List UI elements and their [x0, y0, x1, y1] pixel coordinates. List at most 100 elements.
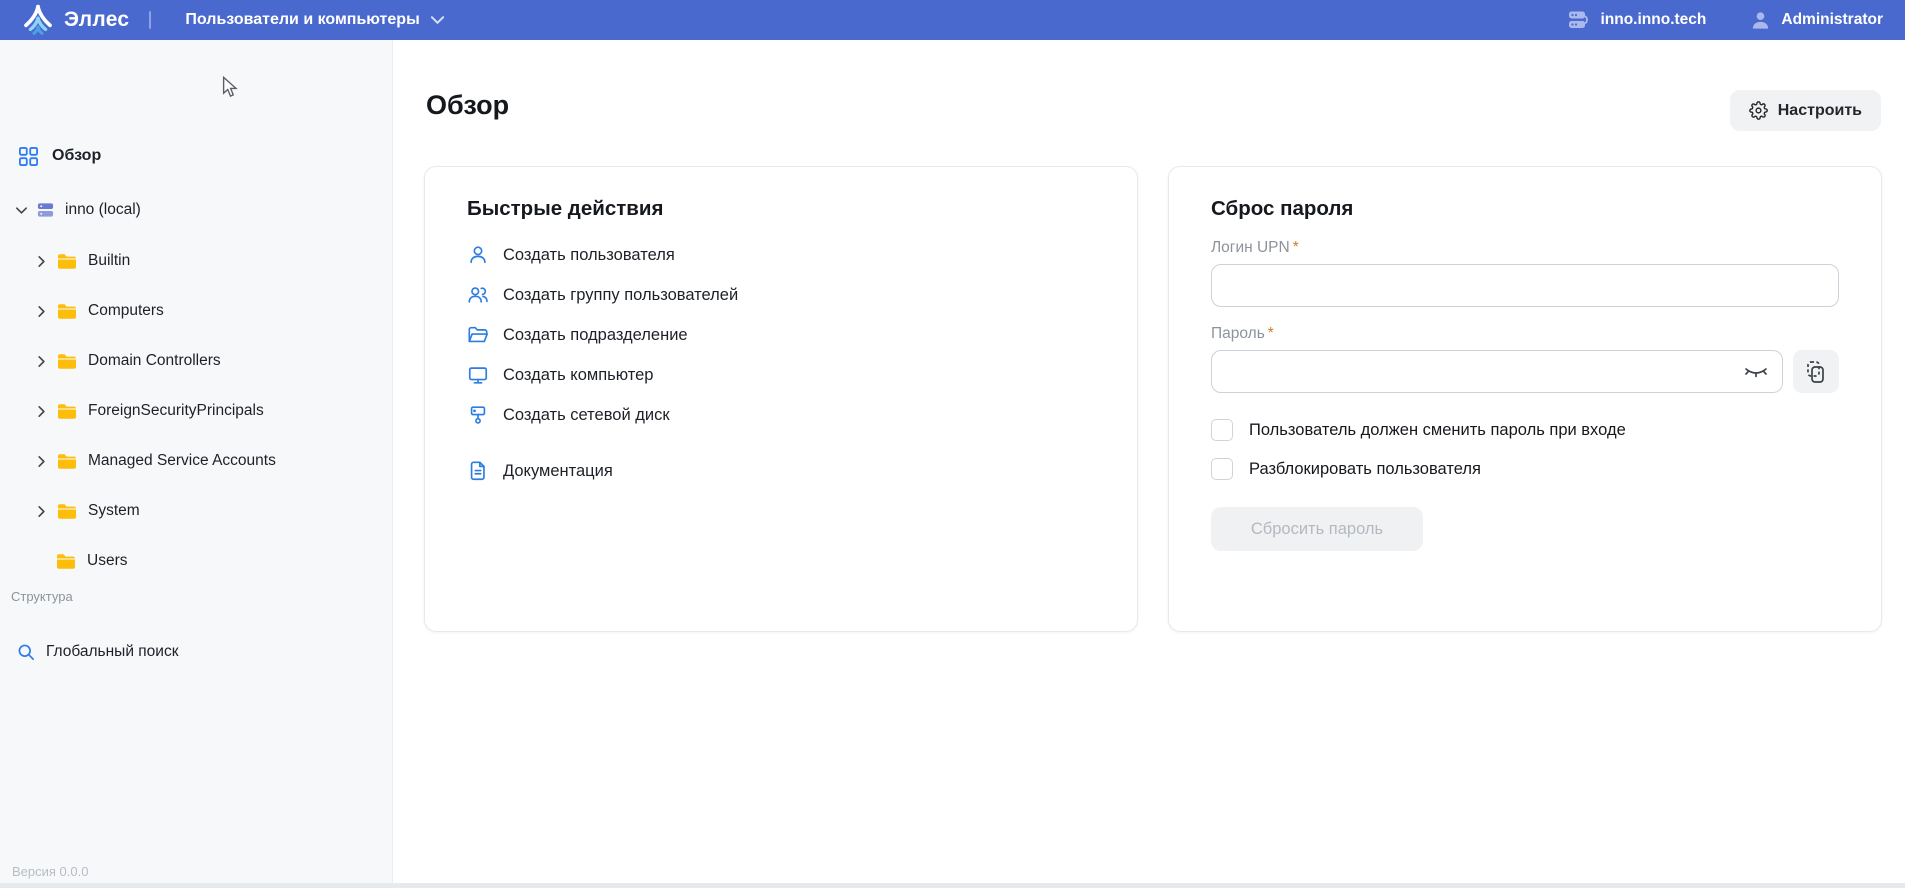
- sidebar-item-global-search[interactable]: Глобальный поиск: [0, 632, 392, 672]
- required-mark: *: [1267, 325, 1274, 342]
- chevron-right-icon[interactable]: [34, 354, 49, 369]
- create-computer-icon: [467, 364, 489, 386]
- must-change-password-checkbox-row[interactable]: Пользователь должен сменить пароль при в…: [1211, 419, 1839, 441]
- user-menu[interactable]: Administrator: [1750, 10, 1883, 31]
- domain-server-icon: [37, 202, 54, 218]
- copy-icon: [1804, 359, 1828, 385]
- tree-item-users[interactable]: Users: [0, 541, 392, 581]
- domain-name: inno.inno.tech: [1600, 11, 1707, 28]
- folder-icon: [57, 253, 77, 270]
- must-change-password-checkbox[interactable]: [1211, 419, 1233, 441]
- create-ou-folder-icon: [467, 324, 489, 346]
- tree-root-inno-local[interactable]: inno (local): [0, 190, 392, 230]
- app-title: Эллес: [64, 8, 130, 31]
- password-row: [1211, 350, 1839, 393]
- chevron-down-icon[interactable]: [14, 203, 29, 218]
- must-change-password-label: Пользователь должен сменить пароль при в…: [1249, 420, 1626, 439]
- toggle-password-visibility-button[interactable]: [1743, 360, 1769, 382]
- topbar-divider: [149, 11, 152, 29]
- structure-section-label: Структура: [11, 589, 73, 604]
- copy-password-button[interactable]: [1793, 350, 1839, 393]
- create-network-drive-icon: [467, 404, 489, 426]
- create-user-icon: [467, 244, 489, 266]
- user-icon: [1750, 10, 1771, 31]
- brand: Эллес Пользователи и компьютеры: [22, 4, 445, 36]
- unlock-user-label: Разблокировать пользователя: [1249, 459, 1481, 478]
- tree-item-label: Managed Service Accounts: [88, 452, 276, 469]
- chevron-right-icon[interactable]: [34, 454, 49, 469]
- create-user-link[interactable]: Создать пользователя: [467, 235, 1095, 275]
- global-search-label: Глобальный поиск: [46, 643, 179, 660]
- password-reset-title: Сброс пароля: [1211, 197, 1354, 220]
- sidebar-item-overview-label: Обзор: [52, 147, 102, 164]
- login-upn-input[interactable]: [1211, 264, 1839, 307]
- documentation-label: Документация: [503, 461, 613, 480]
- create-network-drive-link[interactable]: Создать сетевой диск: [467, 395, 1095, 435]
- module-dropdown-label: Пользователи и компьютеры: [185, 11, 420, 28]
- tree-item-label: Builtin: [88, 252, 131, 269]
- login-upn-label: Логин UPN *: [1211, 239, 1299, 256]
- tree-item-system[interactable]: System: [0, 491, 392, 531]
- create-network-drive-label: Создать сетевой диск: [503, 405, 670, 424]
- folder-icon: [57, 303, 77, 320]
- required-mark: *: [1292, 239, 1299, 256]
- domain-selector[interactable]: inno.inno.tech: [1566, 9, 1706, 31]
- search-icon: [16, 642, 36, 662]
- tree-item-label: Domain Controllers: [88, 352, 221, 369]
- version-label: Версия 0.0.0: [12, 864, 89, 879]
- create-computer-link[interactable]: Создать компьютер: [467, 355, 1095, 395]
- create-user-label: Создать пользователя: [503, 245, 675, 264]
- tree-item-computers[interactable]: Computers: [0, 291, 392, 331]
- tree-item-label: Users: [87, 552, 128, 569]
- tree-root-label: inno (local): [65, 201, 141, 218]
- create-group-label: Создать группу пользователей: [503, 285, 739, 304]
- quick-actions-title: Быстрые действия: [467, 197, 664, 220]
- server-icon: [1566, 9, 1590, 31]
- sidebar-item-overview[interactable]: Обзор: [0, 136, 392, 176]
- main-content: Обзор Настроить Быстрые действия Создать…: [394, 40, 1905, 888]
- configure-button-label: Настроить: [1777, 101, 1862, 119]
- tree-item-label: Computers: [88, 302, 164, 319]
- tree-item-domain-controllers[interactable]: Domain Controllers: [0, 341, 392, 381]
- unlock-user-checkbox-row[interactable]: Разблокировать пользователя: [1211, 458, 1839, 480]
- tree-item-label: System: [88, 502, 140, 519]
- folder-icon: [57, 403, 77, 420]
- quick-actions-card: Быстрые действия Создать пользователя Со…: [424, 166, 1138, 632]
- sidebar: Обзор inno (local) Builtin Computers Dom…: [0, 40, 393, 888]
- module-dropdown[interactable]: Пользователи и компьютеры: [185, 11, 444, 29]
- page-title: Обзор: [426, 90, 510, 120]
- folder-icon: [57, 453, 77, 470]
- grid-icon: [18, 146, 39, 167]
- folder-icon: [57, 353, 77, 370]
- create-ou-link[interactable]: Создать подразделение: [467, 315, 1095, 355]
- chevron-down-icon: [430, 14, 445, 26]
- unlock-user-checkbox[interactable]: [1211, 458, 1233, 480]
- chevron-right-icon[interactable]: [34, 304, 49, 319]
- elles-logo-icon: [22, 4, 54, 36]
- password-label: Пароль *: [1211, 325, 1274, 342]
- documentation-link[interactable]: Документация: [467, 451, 1095, 491]
- document-icon: [467, 460, 489, 482]
- password-input[interactable]: [1211, 350, 1783, 393]
- tree-item-foreign-security-principals[interactable]: ForeignSecurityPrincipals: [0, 391, 392, 431]
- folder-icon: [56, 553, 76, 570]
- reset-password-button[interactable]: Сбросить пароль: [1211, 507, 1423, 551]
- top-bar: Эллес Пользователи и компьютеры inno.inn…: [0, 0, 1905, 40]
- folder-icon: [57, 503, 77, 520]
- gear-icon: [1748, 101, 1768, 120]
- create-computer-label: Создать компьютер: [503, 365, 654, 384]
- chevron-right-icon[interactable]: [34, 404, 49, 419]
- tree-item-managed-service-accounts[interactable]: Managed Service Accounts: [0, 441, 392, 481]
- eye-closed-icon: [1743, 360, 1769, 382]
- chevron-right-icon[interactable]: [34, 504, 49, 519]
- configure-button[interactable]: Настроить: [1729, 90, 1881, 131]
- chevron-right-icon[interactable]: [34, 254, 49, 269]
- create-group-icon: [467, 284, 489, 306]
- tree-item-label: ForeignSecurityPrincipals: [88, 402, 264, 419]
- create-ou-label: Создать подразделение: [503, 325, 688, 344]
- tree-item-builtin[interactable]: Builtin: [0, 241, 392, 281]
- horizontal-scrollbar[interactable]: [0, 883, 1905, 888]
- create-group-link[interactable]: Создать группу пользователей: [467, 275, 1095, 315]
- topbar-right: inno.inno.tech Administrator: [1566, 9, 1883, 31]
- password-reset-card: Сброс пароля Логин UPN * Пароль * Пользо…: [1168, 166, 1882, 632]
